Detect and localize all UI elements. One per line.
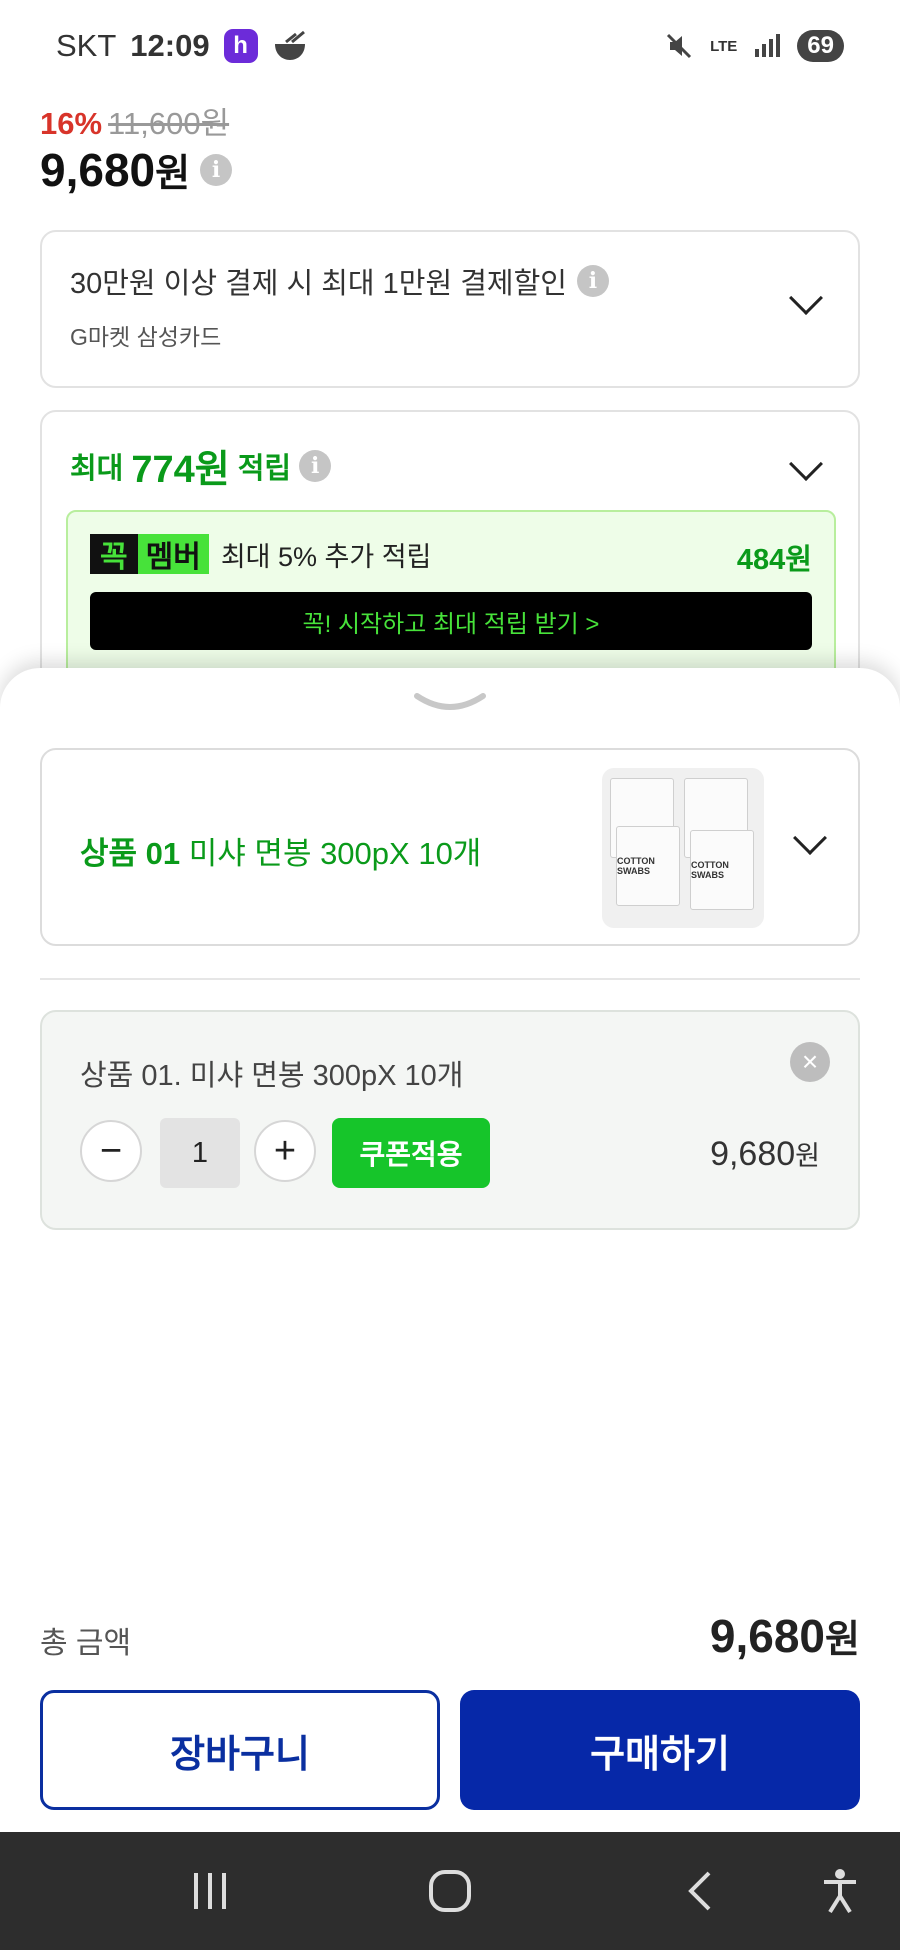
- apply-coupon-button[interactable]: 쿠폰적용: [332, 1118, 490, 1188]
- sale-price-number: 9,680: [40, 144, 156, 196]
- total-amount-unit: 원: [825, 1619, 860, 1661]
- membership-badge-part2: 멤버: [137, 534, 209, 574]
- bowl-icon: [274, 30, 305, 60]
- selected-item-price-number: 9,680: [710, 1135, 796, 1173]
- membership-text: 최대 5% 추가 적립: [220, 541, 432, 572]
- chevron-down-icon[interactable]: [793, 821, 827, 855]
- sale-price: 9,680원 i: [40, 142, 233, 197]
- reward-suffix: 적립: [237, 452, 292, 485]
- app-notification-icon: h: [223, 29, 258, 63]
- quantity-decrease-button[interactable]: −: [80, 1120, 142, 1182]
- mute-icon: [667, 33, 692, 59]
- product-thumbnail: COTTON SWABS COTTON SWABS: [602, 768, 764, 928]
- membership-badge-part1: 꼭: [90, 534, 138, 574]
- reward-info-icon[interactable]: i: [299, 449, 332, 482]
- option-number: 상품 01: [80, 836, 181, 871]
- selected-item-name: 상품 01. 미샤 면봉 300pX 10개: [80, 1060, 464, 1092]
- reward-prefix: 최대: [70, 452, 124, 485]
- membership-badge: 꼭 멤버: [90, 534, 209, 574]
- total-amount-number: 9,680: [709, 1610, 826, 1662]
- price-info-icon[interactable]: i: [200, 153, 233, 186]
- card-discount-info-icon[interactable]: i: [576, 265, 609, 297]
- selected-item-card: 상품 01. 미샤 면봉 300pX 10개 × − 1 + 쿠폰적용 9,68…: [40, 1010, 860, 1230]
- purchase-footer: 총 금액 9,680원 장바구니 구매하기: [0, 1582, 900, 1832]
- original-price: 11,600원: [108, 106, 230, 141]
- back-icon[interactable]: [650, 1832, 750, 1950]
- card-discount-subtitle: G마켓 삼성카드: [70, 324, 222, 350]
- total-label: 총 금액: [40, 1627, 132, 1660]
- option-label: 상품 01 미샤 면봉 300pX 10개: [80, 828, 481, 873]
- clock: 12:09: [130, 28, 210, 63]
- card-discount-title: 30만원 이상 결제 시 최대 1만원 결제할인: [70, 268, 567, 300]
- sheet-collapse-handle-icon[interactable]: [413, 688, 487, 722]
- add-to-cart-button[interactable]: 장바구니: [40, 1690, 440, 1810]
- buy-now-button[interactable]: 구매하기: [460, 1690, 860, 1810]
- carrier-label: SKT: [56, 28, 117, 63]
- selected-item-price: 9,680원: [710, 1134, 820, 1174]
- accessibility-icon[interactable]: [800, 1832, 880, 1950]
- remove-item-close-icon[interactable]: ×: [790, 1042, 830, 1082]
- option-select-dropdown[interactable]: 상품 01 미샤 면봉 300pX 10개 COTTON SWABS COTTO…: [40, 748, 860, 946]
- quantity-increase-button[interactable]: +: [254, 1120, 316, 1182]
- membership-amount: 484원: [736, 544, 812, 576]
- divider: [40, 978, 860, 980]
- discount-row: 16% 11,600원: [40, 98, 229, 143]
- system-navigation-bar: [0, 1832, 900, 1950]
- membership-start-button[interactable]: 꼭! 시작하고 최대 적립 받기 >: [90, 592, 812, 650]
- home-icon[interactable]: [400, 1832, 500, 1950]
- selected-item-price-unit: 원: [795, 1141, 820, 1171]
- reward-panel[interactable]: 최대 774원 적립 i 꼭 멤버 최대 5% 추가 적립 484원 꼭! 시작…: [40, 410, 860, 710]
- option-name: 미샤 면봉 300pX 10개: [188, 836, 482, 871]
- reward-amount: 774원: [131, 449, 230, 491]
- card-discount-panel[interactable]: 30만원 이상 결제 시 최대 1만원 결제할인 i G마켓 삼성카드: [40, 230, 860, 388]
- network-type: LTE: [710, 37, 738, 55]
- discount-rate: 16%: [40, 106, 103, 141]
- quantity-input[interactable]: 1: [160, 1118, 240, 1188]
- pack-label: COTTON SWABS: [616, 826, 680, 906]
- recent-apps-icon[interactable]: [160, 1832, 260, 1950]
- pack-label: COTTON SWABS: [690, 830, 754, 910]
- battery-indicator: 69: [797, 30, 844, 62]
- status-bar: SKT 12:09 h LTE 69: [0, 0, 900, 92]
- sale-price-unit: 원: [155, 153, 191, 195]
- signal-icon: [755, 34, 781, 57]
- total-amount: 9,680원: [710, 1608, 860, 1663]
